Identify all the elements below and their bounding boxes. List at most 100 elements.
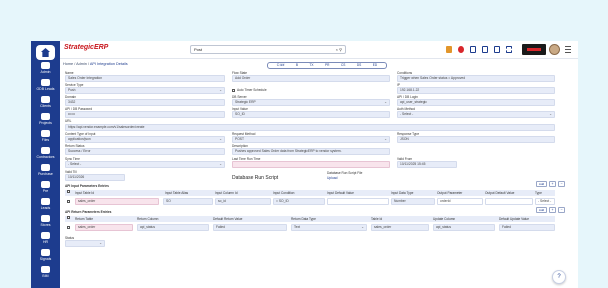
- search-value: Post: [194, 47, 203, 52]
- minus-icon[interactable]: −: [558, 181, 565, 187]
- db-server-value: Strategic ERP: [235, 100, 256, 104]
- format-btn-ds[interactable]: DS: [357, 63, 361, 68]
- input-condition-cell[interactable]: = SO_ID: [273, 198, 325, 205]
- default-update-value-cell[interactable]: Failed: [499, 224, 555, 231]
- domain-field[interactable]: 3432: [65, 99, 225, 106]
- search-input[interactable]: Post × ⚲: [190, 45, 346, 54]
- search-icon[interactable]: ⚲: [339, 47, 342, 52]
- search-actions: × ⚲: [336, 46, 342, 54]
- col-input-table-id: Input Table Id: [75, 191, 95, 195]
- valid-from-field[interactable]: 10/11/2025 15:45: [397, 161, 457, 168]
- row-checkbox[interactable]: [67, 226, 70, 229]
- api-input-header: Input Table Id Input Table Alias Input C…: [65, 190, 555, 196]
- response-type-field[interactable]: JSON: [397, 136, 555, 143]
- status-select[interactable]: ⌄: [65, 240, 105, 247]
- flow-state-field[interactable]: Add Order: [232, 75, 390, 82]
- input-table-alias-cell[interactable]: SO: [163, 198, 213, 205]
- col-output-parameter: Output Parameter: [437, 191, 463, 195]
- plus-icon[interactable]: +: [549, 207, 556, 213]
- ip-field[interactable]: 192.168.1.22: [397, 87, 555, 94]
- col-default-update-value: Default Update Value: [499, 217, 530, 221]
- conditions-field[interactable]: Trigger when Sales Order status = Approv…: [397, 75, 555, 82]
- home-icon[interactable]: [36, 45, 55, 60]
- format-btn-pr[interactable]: PR: [325, 63, 329, 68]
- menu-icon[interactable]: [565, 46, 571, 53]
- api-login-field[interactable]: api_user_strategic: [397, 99, 555, 106]
- db-server-select[interactable]: Strategic ERP ⌄: [232, 99, 390, 106]
- sidebar-item-label: Purchase: [38, 172, 53, 176]
- format-btn-code[interactable]: C:\##: [277, 63, 285, 68]
- minus-icon[interactable]: −: [558, 207, 565, 213]
- return-column-cell[interactable]: api_status: [137, 224, 209, 231]
- company-logo: [522, 44, 546, 55]
- return-status-field[interactable]: Success / Error: [65, 148, 225, 155]
- format-btn-tx[interactable]: TX: [309, 63, 313, 68]
- return-table-cell[interactable]: sales_order: [75, 224, 133, 231]
- col-input-default-value: Input Default Value: [327, 191, 354, 195]
- col-output-default-value: Output Default Value: [485, 191, 515, 195]
- request-method-select[interactable]: POST ⌄: [232, 136, 390, 143]
- output-default-value-cell[interactable]: [485, 198, 533, 205]
- avatar[interactable]: [549, 44, 560, 55]
- sidebar-item-bim[interactable]: BIM: [31, 264, 60, 286]
- return-data-type-select[interactable]: Text ⌄: [291, 224, 367, 231]
- service-type-select[interactable]: Push ⌄: [65, 87, 225, 94]
- breadcrumb-home[interactable]: Home: [63, 62, 73, 66]
- input-default-value-cell[interactable]: [327, 198, 389, 205]
- chevron-down-icon: ⌄: [219, 88, 222, 92]
- chevron-down-icon: ⌄: [361, 225, 364, 229]
- input-column-id-cell[interactable]: so_id: [215, 198, 271, 205]
- chevron-down-icon: ⌄: [219, 162, 222, 166]
- valid-till-field[interactable]: 10/11/2026: [65, 174, 125, 181]
- auth-method-value: - Select -: [400, 112, 414, 116]
- url-field[interactable]: https://api.vendor.example.com/v1/saleso…: [65, 124, 555, 131]
- table-row: sales_order SO so_id = SO_ID Number orde…: [65, 198, 555, 206]
- sidebar-item-label: Leads: [40, 206, 51, 210]
- sidebar-item-label: Signals: [39, 257, 52, 261]
- type-select[interactable]: - Select -: [535, 198, 555, 205]
- input-value-field[interactable]: SO_ID: [232, 111, 390, 118]
- format-btn-cs[interactable]: CS: [341, 63, 345, 68]
- add-return-row-button[interactable]: Add: [536, 207, 547, 213]
- row-checkbox[interactable]: [67, 216, 70, 219]
- format-btn-ed[interactable]: ED: [373, 63, 377, 68]
- table-id-cell[interactable]: sales_order: [371, 224, 429, 231]
- default-return-value-cell[interactable]: Failed: [213, 224, 287, 231]
- type-value: - Select -: [538, 199, 552, 203]
- api-return-title: API Return Parameters Entries: [65, 210, 112, 214]
- format-btn-bold[interactable]: B: [296, 63, 298, 68]
- content-type-select[interactable]: application/json ⌄: [65, 136, 225, 143]
- auto-timer-checkbox[interactable]: Auto Timer Schedule: [232, 88, 267, 92]
- output-parameter-cell[interactable]: orderId: [437, 198, 483, 205]
- input-data-type-cell[interactable]: Number: [391, 198, 435, 205]
- top-bar: StrategicERP Post × ⚲: [60, 41, 578, 59]
- upload-link[interactable]: Upload: [327, 176, 337, 180]
- last-run-field[interactable]: [232, 161, 390, 168]
- plus-icon[interactable]: +: [549, 181, 556, 187]
- breadcrumb: Home / Admin / API Integration Details: [63, 62, 128, 66]
- add-input-row-button[interactable]: Add: [536, 181, 547, 187]
- signals-icon: [41, 249, 50, 256]
- row-checkbox[interactable]: [67, 190, 70, 193]
- alert-icon[interactable]: [458, 46, 464, 53]
- api-password-field[interactable]: ••••••: [65, 111, 225, 118]
- chat-icon[interactable]: ?: [552, 270, 566, 284]
- sync-time-select[interactable]: - Select - ⌄: [65, 161, 225, 168]
- checkbox-icon[interactable]: [232, 88, 235, 92]
- description-field[interactable]: Pushes approved Sales Order data from St…: [232, 148, 390, 155]
- name-field[interactable]: Sales Order Integration: [65, 75, 225, 82]
- calendar-icon[interactable]: [470, 46, 476, 53]
- play-icon[interactable]: [494, 46, 500, 53]
- clear-icon[interactable]: ×: [336, 47, 338, 52]
- auth-method-select[interactable]: - Select - ⌄: [397, 111, 555, 118]
- folder-icon[interactable]: [446, 46, 452, 53]
- update-column-cell[interactable]: api_status: [433, 224, 495, 231]
- breadcrumb-admin[interactable]: Admin: [76, 62, 87, 66]
- input-table-id-cell[interactable]: sales_order: [75, 198, 159, 205]
- share-icon[interactable]: [482, 46, 488, 53]
- fullscreen-icon[interactable]: [506, 46, 512, 53]
- row-checkbox[interactable]: [67, 200, 70, 203]
- db-run-script-label: Database Run Script: [232, 175, 279, 181]
- col-input-data-type: Input Data Type: [391, 191, 414, 195]
- sidebar-item-label: HR: [42, 240, 49, 244]
